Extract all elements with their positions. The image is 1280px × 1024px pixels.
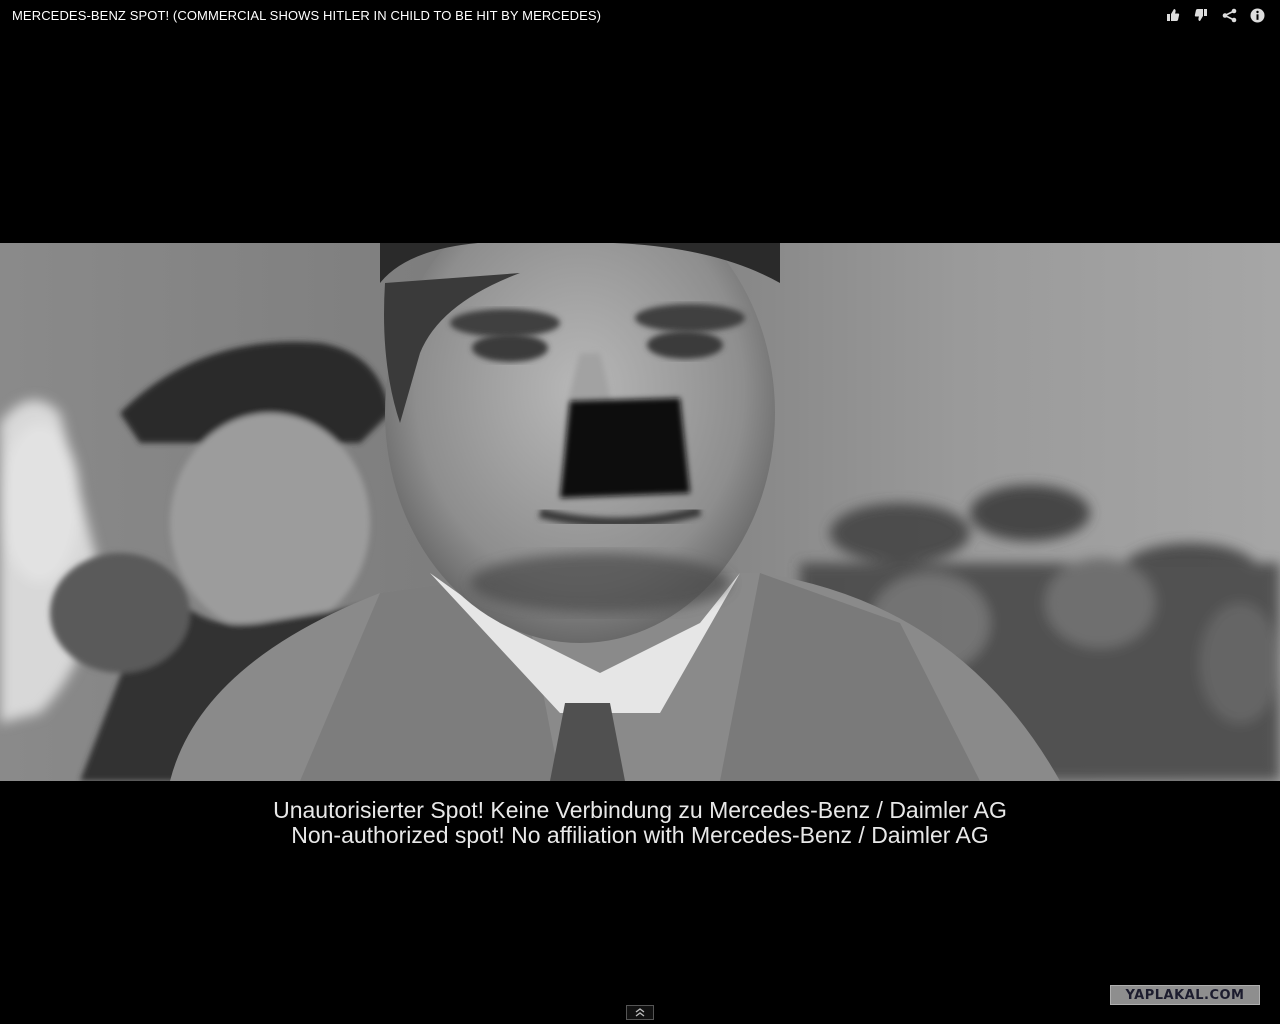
video-still-image	[0, 243, 1280, 781]
info-button[interactable]	[1248, 6, 1266, 24]
video-title[interactable]: MERCEDES-BENZ SPOT! (COMMERCIAL SHOWS HI…	[12, 8, 601, 23]
share-button[interactable]	[1220, 6, 1238, 24]
share-icon	[1222, 8, 1236, 22]
thumbs-down-icon	[1194, 9, 1207, 21]
thumbs-up-icon	[1167, 9, 1180, 21]
video-frame[interactable]	[0, 243, 1280, 781]
title-actions	[1154, 6, 1266, 24]
watermark-text: YAPLAKAL.COM	[1125, 987, 1245, 1003]
info-icon	[1250, 8, 1264, 22]
video-player[interactable]: MERCEDES-BENZ SPOT! (COMMERCIAL SHOWS HI…	[0, 0, 1280, 1024]
like-button[interactable]	[1164, 6, 1182, 24]
expand-controls-button[interactable]	[626, 1005, 654, 1020]
title-bar: MERCEDES-BENZ SPOT! (COMMERCIAL SHOWS HI…	[0, 0, 1280, 32]
caption-line-english: Non-authorized spot! No affiliation with…	[291, 822, 989, 848]
site-watermark: YAPLAKAL.COM	[1110, 985, 1260, 1005]
disclaimer-caption: Unautorisierter Spot! Keine Verbindung z…	[0, 798, 1280, 848]
dislike-button[interactable]	[1192, 6, 1210, 24]
double-chevron-up-icon	[635, 1008, 645, 1017]
caption-line-german: Unautorisierter Spot! Keine Verbindung z…	[273, 797, 1007, 823]
